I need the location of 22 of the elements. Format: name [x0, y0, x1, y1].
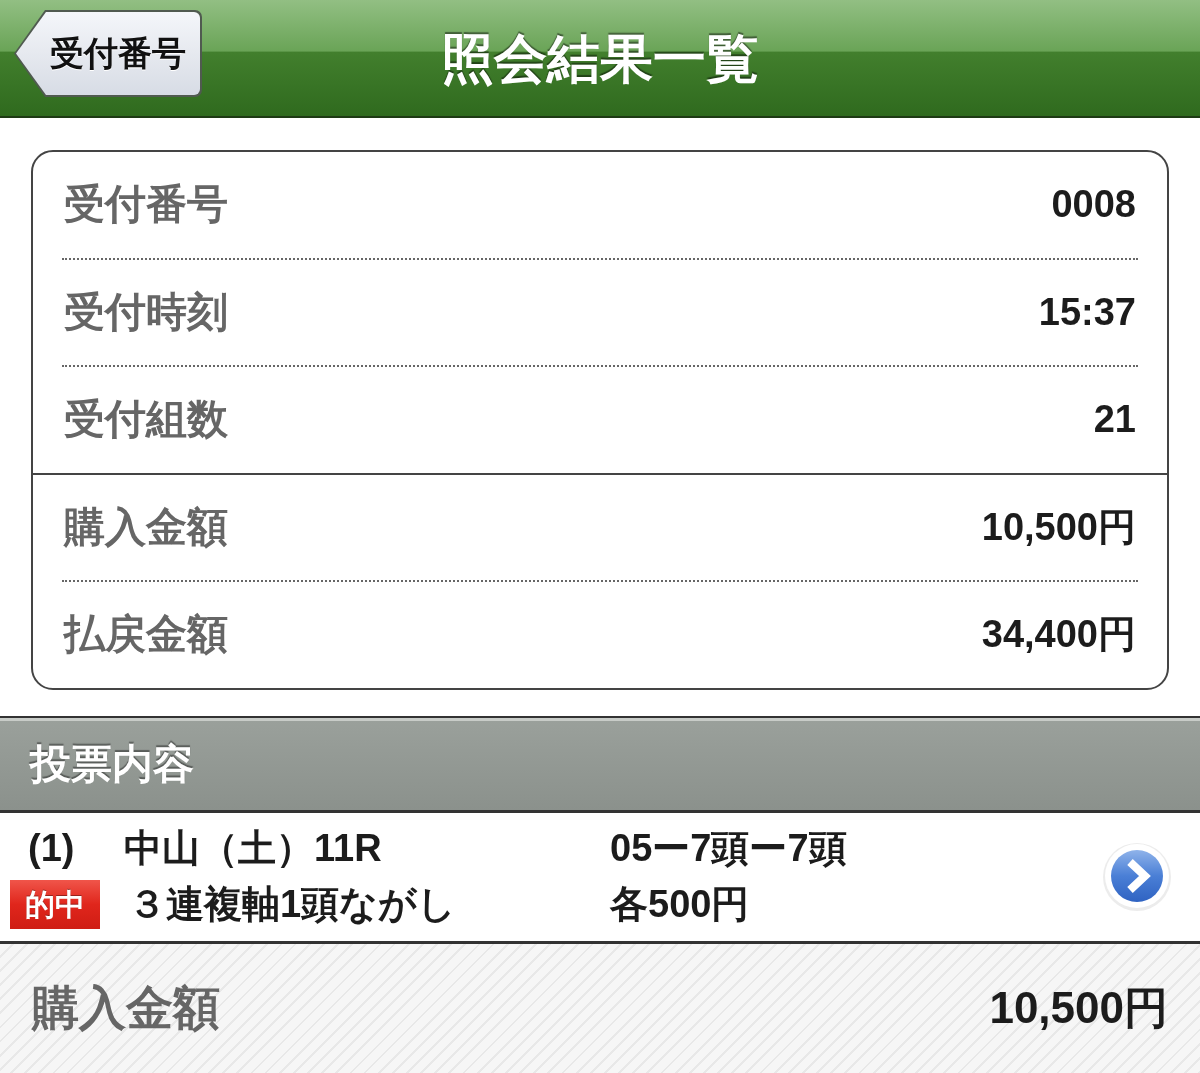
- chevron-right-icon[interactable]: [1102, 841, 1172, 912]
- summary-label: 受付組数: [64, 395, 228, 444]
- summary-label: 払戻金額: [64, 610, 228, 659]
- total-label: 購入金額: [32, 980, 220, 1036]
- status-badge: 的中: [10, 880, 100, 929]
- summary-label: 受付番号: [64, 180, 228, 229]
- summary-value: 15:37: [1038, 289, 1136, 335]
- total-value: 10,500円: [989, 982, 1168, 1035]
- summary-label: 受付時刻: [64, 287, 228, 337]
- page-title: 照会結果一覧: [441, 31, 759, 85]
- summary-value: 21: [1093, 397, 1136, 443]
- back-button[interactable]: 受付番号: [14, 10, 202, 97]
- section-title: 投票内容: [30, 740, 194, 790]
- bet-amount: 各500円: [610, 882, 751, 927]
- summary-label: 購入金額: [64, 502, 228, 552]
- bet-combination: 05ー7頭ー7頭: [610, 826, 847, 871]
- bet-number: (1): [27, 826, 76, 871]
- bet-type: ３連複軸1頭ながし: [127, 882, 458, 927]
- summary-value: 0008: [1051, 182, 1136, 228]
- summary-value: 10,500円: [981, 504, 1136, 550]
- race-name: 中山（土）11R: [124, 826, 383, 871]
- summary-value: 34,400円: [981, 612, 1136, 658]
